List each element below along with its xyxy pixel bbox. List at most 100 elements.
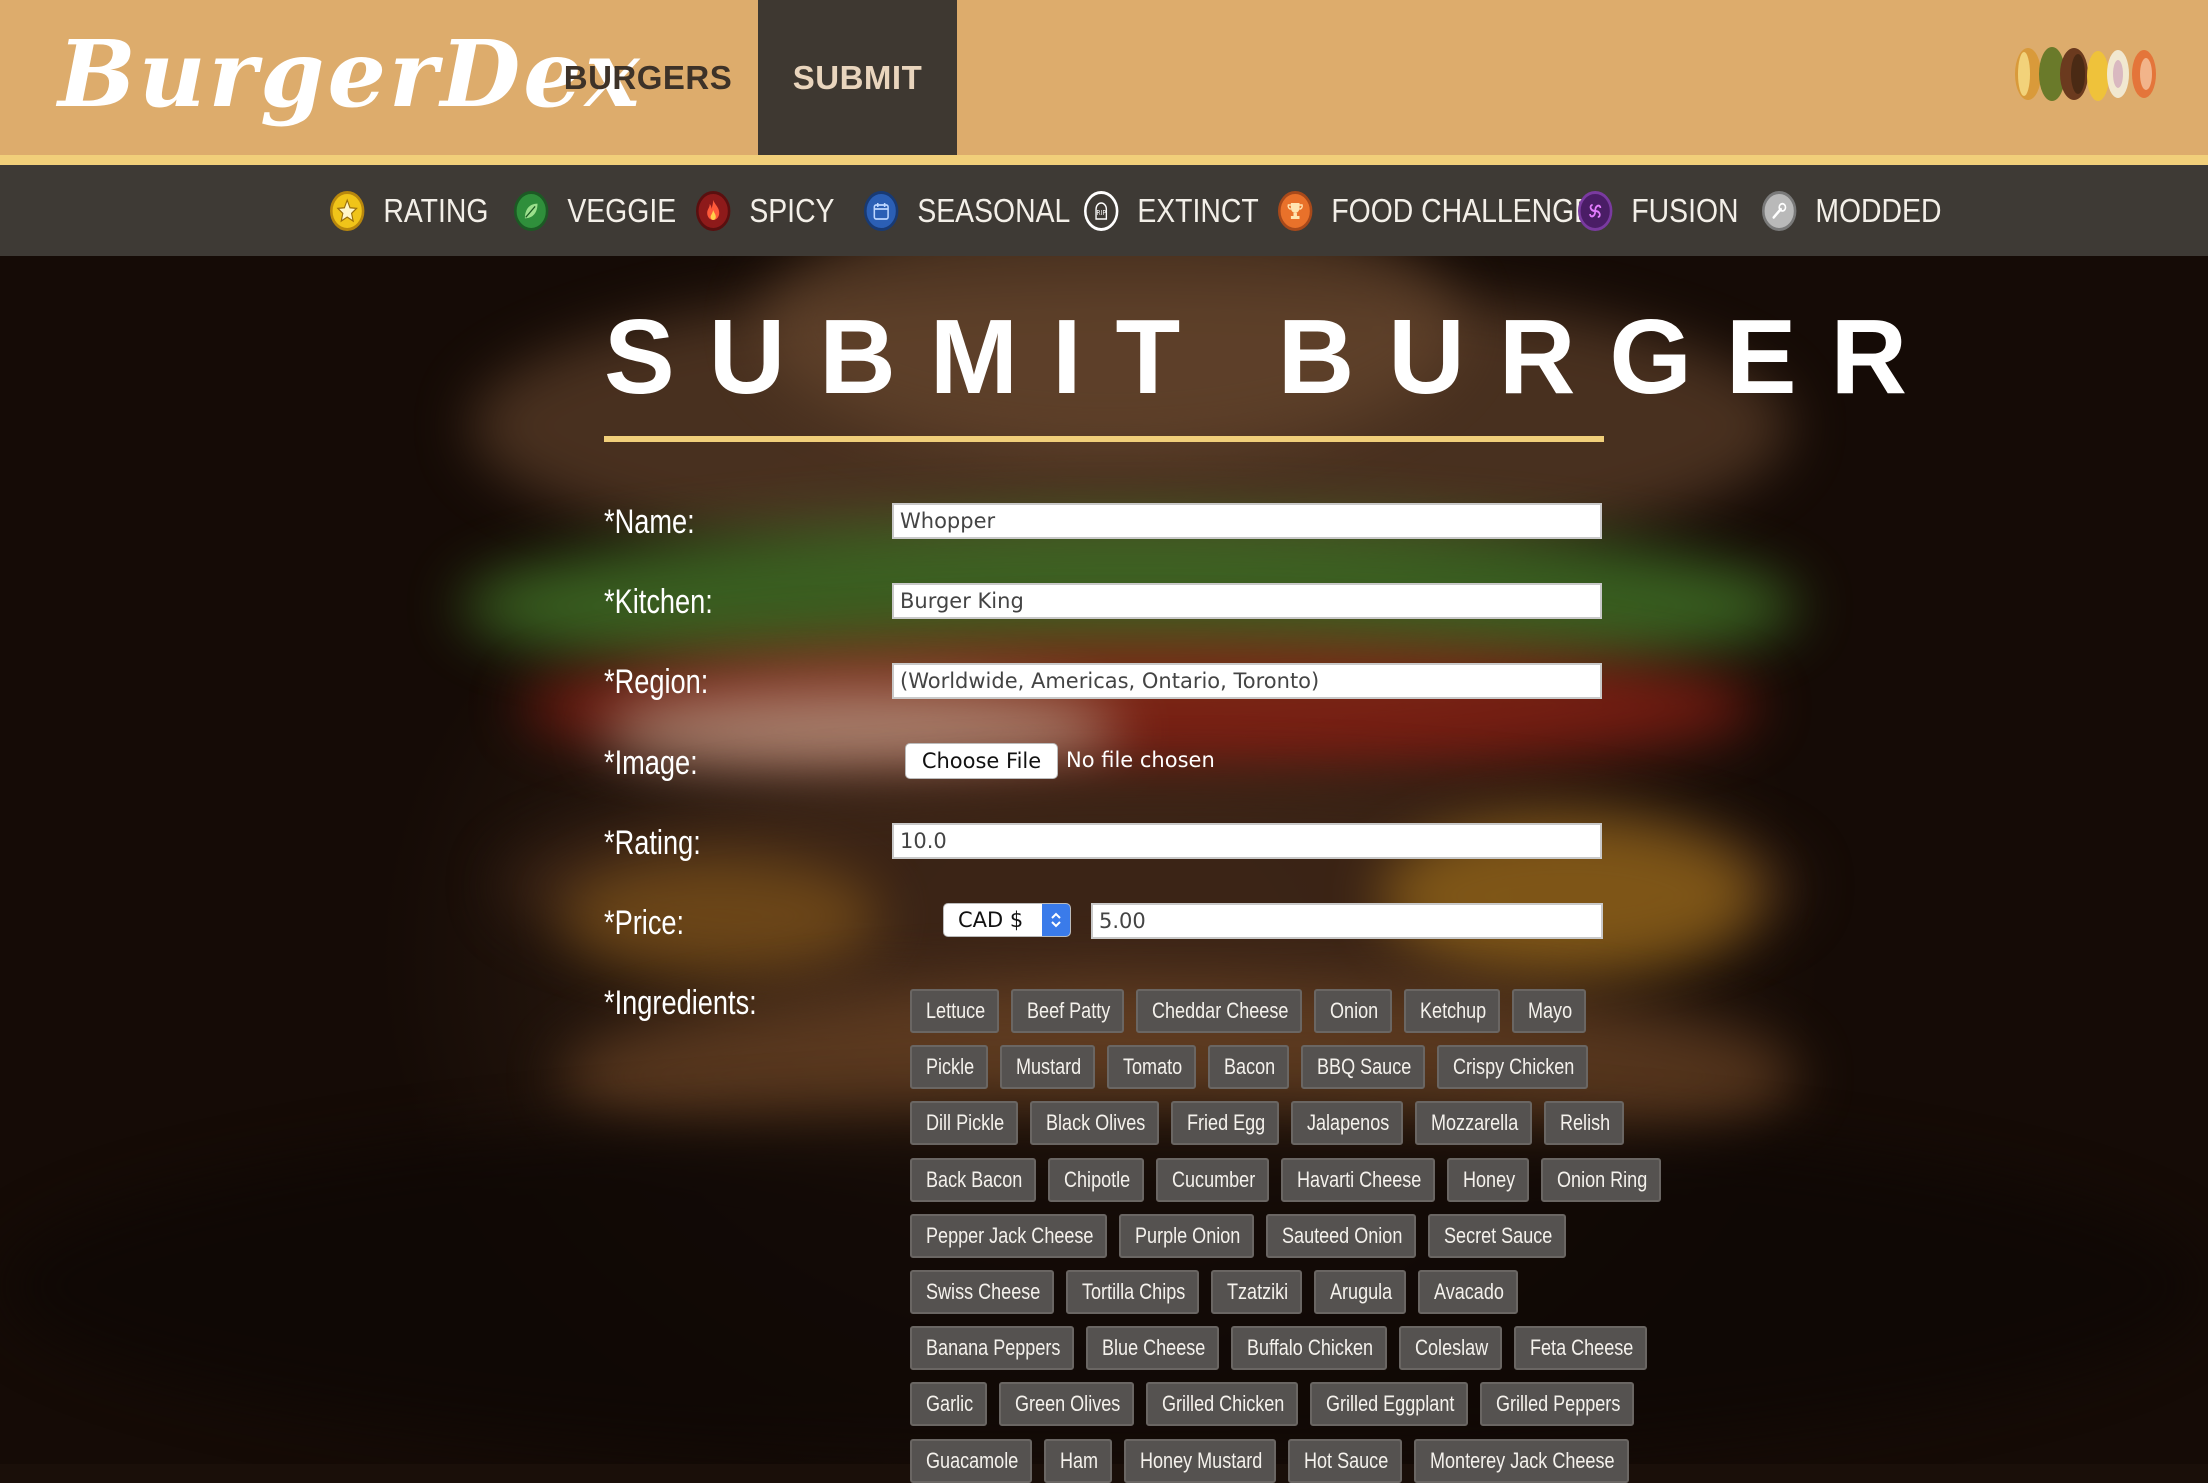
ingredient-chip[interactable]: Dill Pickle (910, 1101, 1018, 1145)
ingredient-chip[interactable]: Mustard (1000, 1045, 1095, 1089)
currency-select[interactable]: CAD $ (943, 903, 1071, 937)
ingredient-chip-label: Secret Sauce (1444, 1223, 1553, 1248)
ingredient-chip[interactable]: Purple Onion (1119, 1214, 1254, 1258)
ingredient-chip[interactable]: Garlic (910, 1382, 987, 1426)
ingredient-chip-label: Green Olives (1015, 1391, 1121, 1416)
ingredient-chip[interactable]: Relish (1544, 1101, 1624, 1145)
ingredient-chip[interactable]: Onion (1314, 989, 1392, 1033)
ingredient-chip[interactable]: Grilled Eggplant (1310, 1382, 1468, 1426)
ingredient-chip[interactable]: Chipotle (1048, 1158, 1144, 1202)
ingredient-chip[interactable]: Bacon (1208, 1045, 1289, 1089)
category-label: MODDED (1815, 191, 1942, 229)
price-label: *Price: (604, 904, 685, 942)
ingredient-chip-label: Feta Cheese (1530, 1335, 1634, 1360)
ingredient-chip[interactable]: Feta Cheese (1514, 1326, 1647, 1370)
ingredient-chip[interactable]: Black Olives (1030, 1101, 1159, 1145)
choose-file-button[interactable]: Choose File (905, 743, 1058, 779)
nav-submit[interactable]: SUBMIT (758, 0, 957, 155)
burgerdex-logo[interactable]: BurgerDex (58, 4, 643, 144)
currency-selected-value: CAD $ (958, 908, 1024, 932)
ingredient-chip[interactable]: Fried Egg (1171, 1101, 1279, 1145)
ingredient-chip[interactable]: Crispy Chicken (1437, 1045, 1588, 1089)
ingredient-chip-label: Chipotle (1064, 1167, 1131, 1192)
ingredient-chip[interactable]: Pickle (910, 1045, 988, 1089)
ingredient-chip[interactable]: Blue Cheese (1086, 1326, 1219, 1370)
flame-icon (696, 190, 731, 231)
kitchen-label: *Kitchen: (604, 583, 713, 621)
nav-burgers[interactable]: BURGERS (560, 0, 736, 155)
category-seasonal[interactable]: SEASONAL (864, 165, 1070, 256)
ingredient-chip-label: Tzatziki (1227, 1279, 1289, 1304)
name-input[interactable]: Whopper (892, 503, 1602, 539)
ingredient-chip-label: Buffalo Chicken (1247, 1335, 1374, 1360)
ingredient-chip-label: Purple Onion (1135, 1223, 1241, 1248)
category-extinct[interactable]: RIP EXTINCT (1084, 165, 1259, 256)
ingredient-chip-label: Jalapenos (1307, 1110, 1390, 1135)
ingredient-chip-label: Tortilla Chips (1082, 1279, 1186, 1304)
leaf-icon (514, 190, 549, 231)
ingredient-chip[interactable]: Tomato (1107, 1045, 1196, 1089)
ingredient-chip-label: Avacado (1434, 1279, 1504, 1304)
ingredient-chip[interactable]: Lettuce (910, 989, 999, 1033)
category-modded[interactable]: MODDED (1762, 165, 1941, 256)
ingredient-chip[interactable]: Secret Sauce (1428, 1214, 1566, 1258)
ingredient-chip[interactable]: BBQ Sauce (1301, 1045, 1425, 1089)
category-food-challenge[interactable]: FOOD CHALLENGE (1278, 165, 1593, 256)
ingredient-chip[interactable]: Honey Mustard (1124, 1439, 1276, 1483)
category-rating[interactable]: RATING (330, 165, 488, 256)
ingredient-chip-label: Back Bacon (926, 1167, 1023, 1192)
ingredient-chip[interactable]: Honey (1447, 1158, 1529, 1202)
kitchen-input[interactable]: Burger King (892, 583, 1602, 619)
ingredient-chip[interactable]: Pepper Jack Cheese (910, 1214, 1107, 1258)
ingredient-chip[interactable]: Cucumber (1156, 1158, 1269, 1202)
region-input[interactable]: (Worldwide, Americas, Ontario, Toronto) (892, 663, 1602, 699)
ingredient-chip-label: Black Olives (1046, 1110, 1146, 1135)
ingredient-chip[interactable]: Mayo (1512, 989, 1586, 1033)
ingredient-chip-label: Honey Mustard (1140, 1448, 1263, 1473)
ingredient-chip[interactable]: Coleslaw (1399, 1326, 1502, 1370)
price-input[interactable]: 5.00 (1091, 903, 1603, 939)
category-label: SEASONAL (917, 191, 1071, 229)
ingredient-chip-label: Dill Pickle (926, 1110, 1005, 1135)
ingredient-chip-label: Swiss Cheese (926, 1279, 1041, 1304)
ingredient-chip[interactable]: Grilled Chicken (1146, 1382, 1298, 1426)
ingredient-chip[interactable]: Swiss Cheese (910, 1270, 1054, 1314)
ingredient-chip-label: Guacamole (926, 1448, 1019, 1473)
ingredient-chip[interactable]: Cheddar Cheese (1136, 989, 1302, 1033)
ingredient-chip[interactable]: Guacamole (910, 1439, 1032, 1483)
ingredient-chip[interactable]: Ham (1044, 1439, 1112, 1483)
ingredient-chip[interactable]: Hot Sauce (1288, 1439, 1402, 1483)
ingredient-chip[interactable]: Ketchup (1404, 989, 1500, 1033)
ingredient-chip[interactable]: Grilled Peppers (1480, 1382, 1634, 1426)
ingredient-chip-label: Onion (1330, 998, 1379, 1023)
ingredient-chip[interactable]: Beef Patty (1011, 989, 1124, 1033)
ingredient-chip[interactable]: Buffalo Chicken (1231, 1326, 1387, 1370)
ingredient-chip[interactable]: Banana Peppers (910, 1326, 1074, 1370)
ingredient-chip-label: Grilled Eggplant (1326, 1391, 1455, 1416)
ingredient-chip[interactable]: Onion Ring (1541, 1158, 1661, 1202)
category-veggie[interactable]: VEGGIE (514, 165, 676, 256)
rating-input[interactable]: 10.0 (892, 823, 1602, 859)
ingredient-chip[interactable]: Sauteed Onion (1266, 1214, 1416, 1258)
ingredient-chip[interactable]: Mozzarella (1415, 1101, 1532, 1145)
ingredient-chip[interactable]: Tzatziki (1211, 1270, 1302, 1314)
ingredient-chip-label: Sauteed Onion (1282, 1223, 1403, 1248)
ingredient-chip[interactable]: Monterey Jack Cheese (1414, 1439, 1629, 1483)
svg-text:RIP: RIP (1096, 208, 1106, 217)
ingredient-chip[interactable]: Jalapenos (1291, 1101, 1403, 1145)
ingredient-chip-label: Hot Sauce (1304, 1448, 1389, 1473)
ingredient-chip[interactable]: Green Olives (999, 1382, 1134, 1426)
rip-icon: RIP (1084, 190, 1119, 231)
ingredient-chip[interactable]: Arugula (1314, 1270, 1406, 1314)
ingredient-chip[interactable]: Havarti Cheese (1281, 1158, 1435, 1202)
ingredient-row: Dill Pickle Black Olives Fried Egg Jalapeno… (910, 1101, 1636, 1145)
ingredient-chip[interactable]: Back Bacon (910, 1158, 1036, 1202)
category-fusion[interactable]: FUSION (1578, 165, 1739, 256)
ingredient-chip[interactable]: Avacado (1418, 1270, 1518, 1314)
wrench-icon (1762, 190, 1797, 231)
category-spicy[interactable]: SPICY (696, 165, 835, 256)
calendar-icon (864, 190, 899, 231)
ingredient-chip[interactable]: Tortilla Chips (1066, 1270, 1199, 1314)
ingredient-chip-label: Cheddar Cheese (1152, 998, 1289, 1023)
ingredient-row: Pickle Mustard Tomato Bacon BBQ Sauce Crispy … (910, 1045, 1600, 1089)
